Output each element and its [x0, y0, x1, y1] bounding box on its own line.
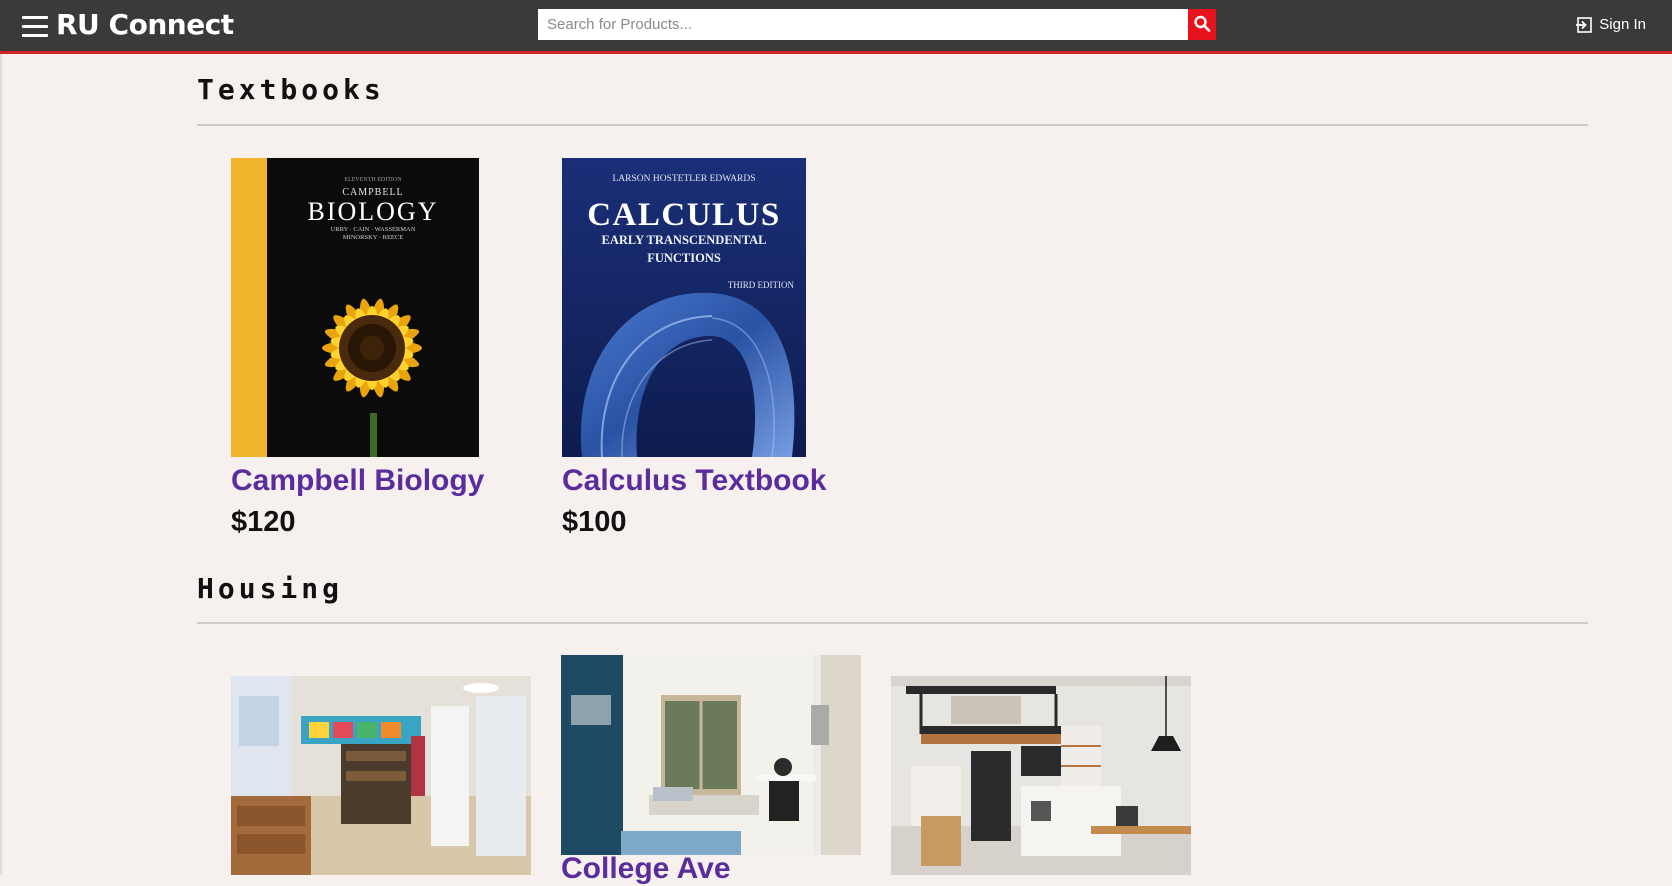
section-divider	[197, 622, 1588, 624]
cover-authors: URRY · CAIN · WASSERMAN	[331, 226, 416, 233]
cover-edition: THIRD EDITION	[728, 280, 795, 290]
cover-subtitle-2: FUNCTIONS	[647, 251, 721, 265]
sign-in-label: Sign In	[1599, 16, 1646, 33]
product-name-link[interactable]: Calculus Textbook	[562, 464, 827, 498]
product-card	[891, 676, 1191, 875]
cover-authors-2: MINORSKY · REECE	[343, 234, 403, 241]
product-card: LARSON HOSTETLER EDWARDS CALCULUS EARLY …	[562, 158, 842, 548]
search-bar	[538, 9, 1216, 40]
search-icon	[1194, 15, 1211, 32]
top-navbar: RU Connect Sign In	[0, 0, 1672, 54]
menu-icon[interactable]	[22, 16, 48, 38]
product-card: College Ave	[561, 655, 861, 885]
product-name-link[interactable]: Campbell Biology	[231, 464, 484, 498]
product-card: ELEVENTH EDITION CAMPBELL BIOLOGY URRY ·…	[231, 158, 491, 548]
product-image-loft-apartment[interactable]	[891, 676, 1191, 875]
product-price: $120	[231, 506, 296, 538]
product-price: $100	[562, 506, 627, 538]
product-image-calculus[interactable]: LARSON HOSTETLER EDWARDS CALCULUS EARLY …	[562, 158, 806, 457]
product-image-college-ave[interactable]	[561, 655, 861, 855]
product-image-dorm-room[interactable]	[231, 676, 531, 875]
section-title-housing: Housing	[197, 572, 344, 605]
page-edge-shadow	[0, 0, 3, 875]
sign-in-link[interactable]: Sign In	[1575, 14, 1646, 36]
cover-authors: LARSON HOSTETLER EDWARDS	[612, 174, 755, 184]
section-divider	[197, 124, 1588, 126]
product-image-biology[interactable]: ELEVENTH EDITION CAMPBELL BIOLOGY URRY ·…	[231, 158, 479, 457]
cover-edition: ELEVENTH EDITION	[344, 177, 402, 183]
section-title-textbooks: Textbooks	[197, 73, 385, 106]
brand-logo[interactable]: RU Connect	[56, 7, 234, 43]
cover-title: BIOLOGY	[308, 197, 439, 226]
cover-title: CALCULUS	[587, 197, 781, 233]
sign-in-icon	[1576, 17, 1593, 33]
search-input[interactable]	[538, 9, 1188, 40]
product-card	[231, 676, 531, 875]
search-button[interactable]	[1188, 9, 1216, 40]
cover-subtitle-1: EARLY TRANSCENDENTAL	[602, 233, 767, 247]
product-name-link[interactable]: College Ave	[561, 852, 731, 886]
